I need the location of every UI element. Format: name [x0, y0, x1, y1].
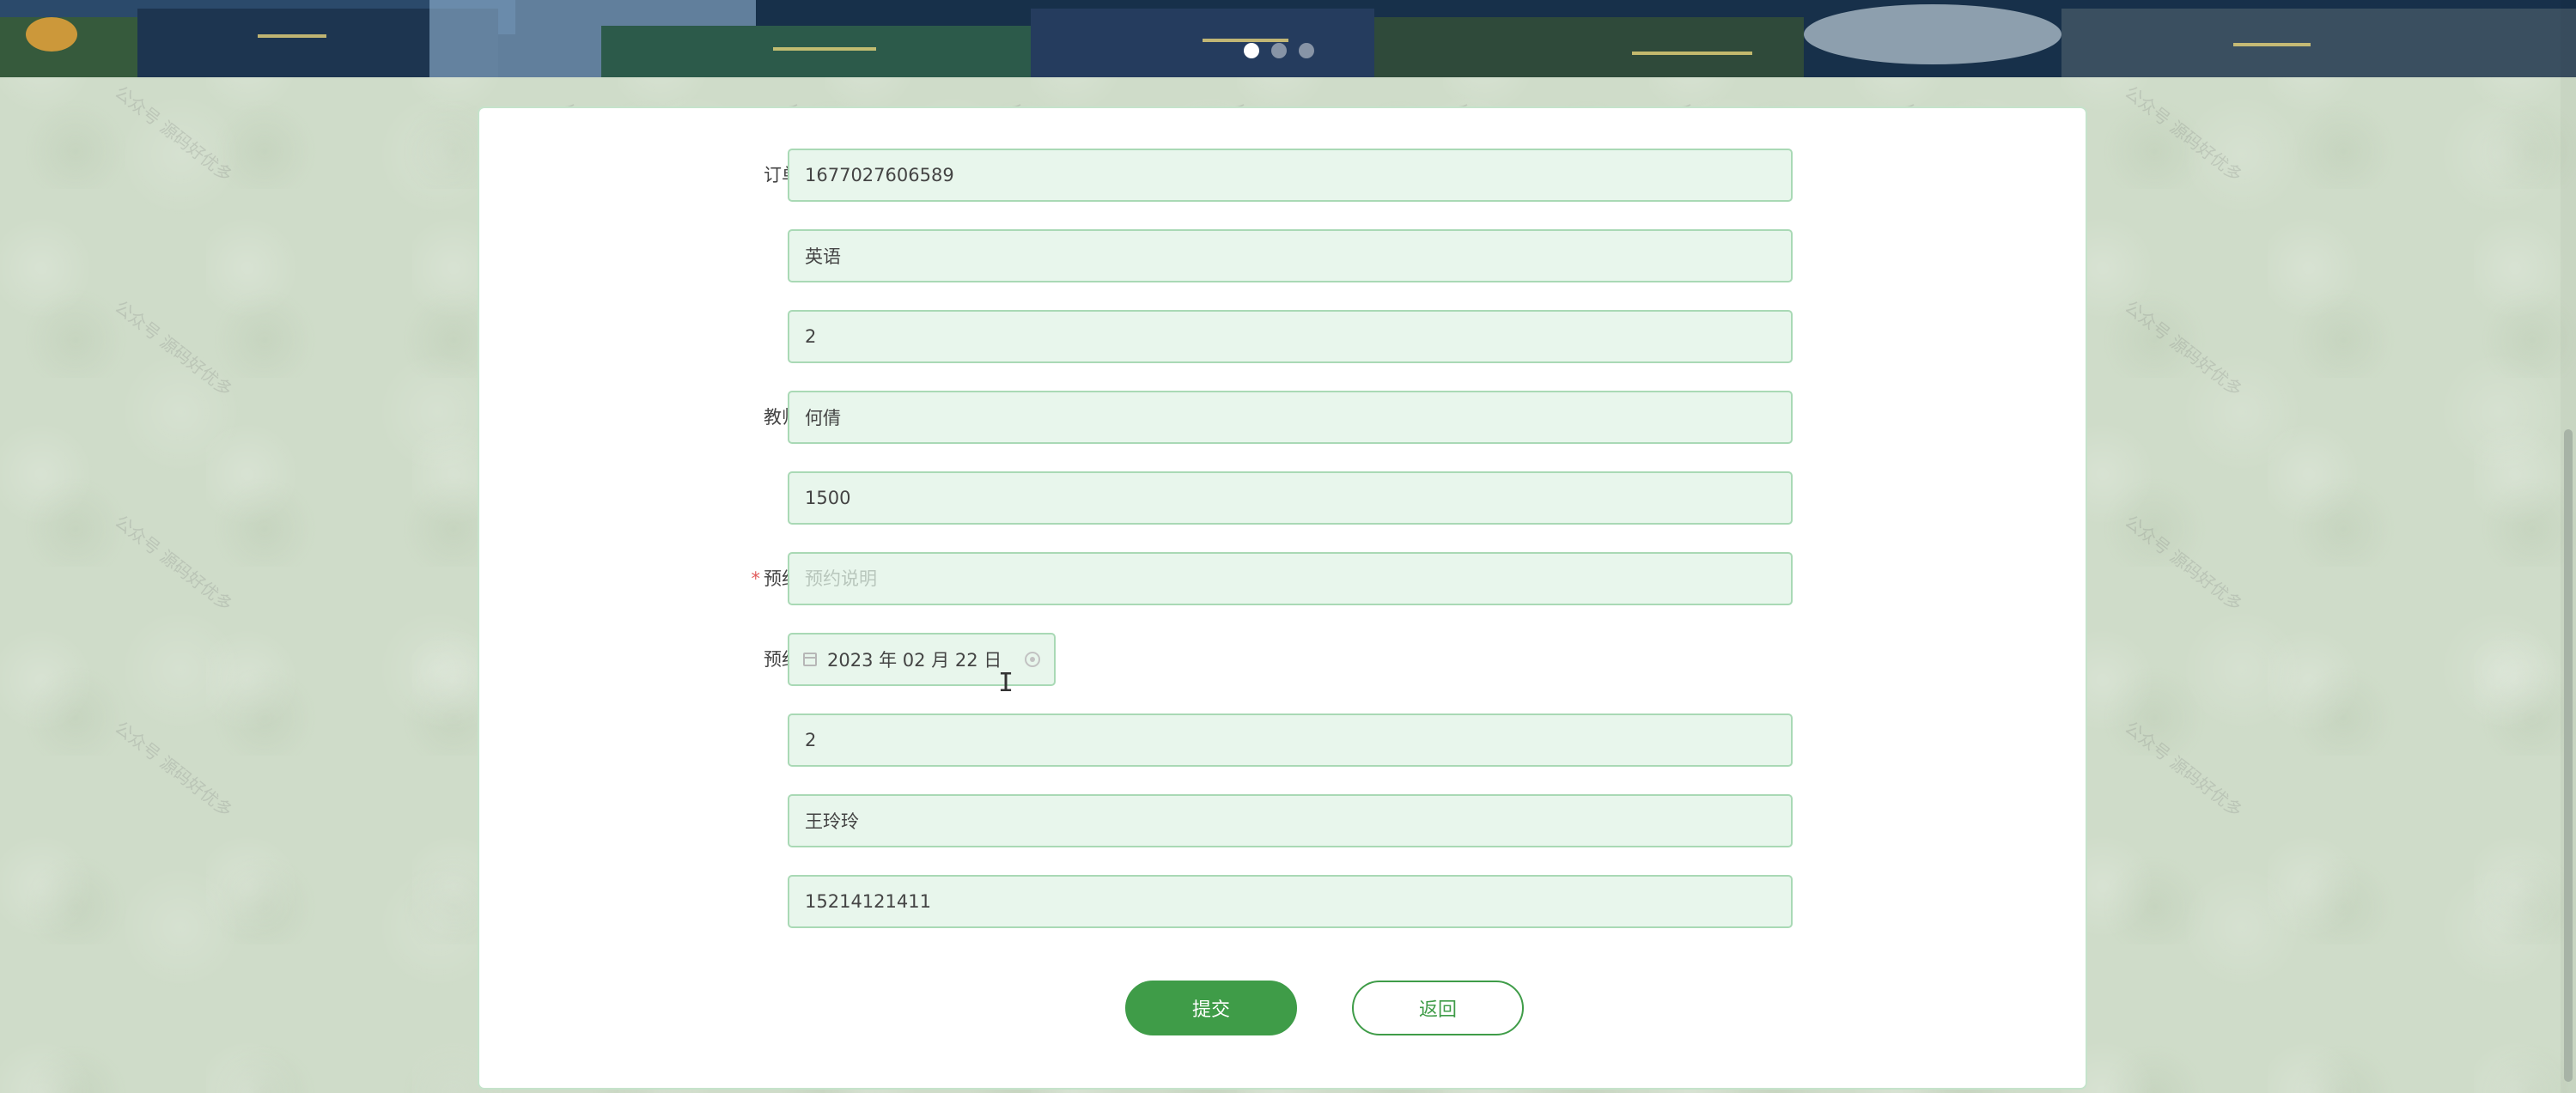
form-row-booking-note: * 预约说明 — [479, 552, 2086, 605]
watermark: 公众号 源码好优多 — [2121, 296, 2247, 401]
booking-note-input[interactable] — [788, 552, 1793, 605]
form-row-teacher-name: 教师姓名 — [479, 391, 2086, 444]
carousel-indicators — [1244, 43, 1314, 58]
form-row-order-number: 订单编号 — [479, 149, 2086, 202]
phone-input[interactable] — [788, 875, 1793, 928]
form-row-student-name: 姓名 — [479, 794, 2086, 847]
order-number-input[interactable] — [788, 149, 1793, 202]
carousel-dot-3[interactable] — [1299, 43, 1314, 58]
submit-button[interactable]: 提交 — [1125, 981, 1297, 1035]
order-form-card: 订单编号 科目 工号 教师姓名 价格 *预约说明 预约时间 2023 年 02 … — [478, 106, 2087, 1090]
carousel-dot-1[interactable] — [1244, 43, 1259, 58]
watermark: 公众号 源码好优多 — [2121, 717, 2247, 822]
watermark: 公众号 源码好优多 — [111, 511, 237, 616]
page-scrollbar[interactable] — [2561, 0, 2576, 1093]
form-row-student-id: 学号 — [479, 713, 2086, 767]
booking-date-picker[interactable]: 2023 年 02 月 22 日 — [788, 633, 1056, 686]
student-id-input[interactable] — [788, 713, 1793, 767]
required-mark: * — [751, 568, 761, 589]
subject-input[interactable] — [788, 229, 1793, 282]
student-name-input[interactable] — [788, 794, 1793, 847]
watermark: 公众号 源码好优多 — [2121, 82, 2247, 186]
text-cursor-icon: I — [998, 668, 1014, 698]
watermark: 公众号 源码好优多 — [111, 717, 237, 822]
calendar-icon — [803, 653, 817, 666]
form-row-booking-time: 预约时间 2023 年 02 月 22 日 — [479, 633, 2086, 686]
booking-date-value: 2023 年 02 月 22 日 — [827, 650, 1002, 671]
form-actions: 提交 返回 — [479, 981, 2086, 1035]
form-row-price: 价格 — [479, 471, 2086, 525]
price-input[interactable] — [788, 471, 1793, 525]
watermark: 公众号 源码好优多 — [2121, 511, 2247, 616]
teacher-name-input[interactable] — [788, 391, 1793, 444]
watermark: 公众号 源码好优多 — [111, 296, 237, 401]
staff-id-input[interactable] — [788, 310, 1793, 363]
form-row-staff-id: 工号 — [479, 310, 2086, 363]
watermark: 公众号 源码好优多 — [111, 82, 237, 186]
form-row-phone: 手机 — [479, 875, 2086, 928]
city-skyline-image — [0, 0, 2576, 77]
carousel-dot-2[interactable] — [1271, 43, 1287, 58]
back-button[interactable]: 返回 — [1352, 981, 1524, 1035]
clear-date-icon[interactable] — [1025, 652, 1040, 667]
hero-banner — [0, 0, 2576, 77]
scrollbar-thumb[interactable] — [2564, 429, 2573, 1082]
form-row-subject: 科目 — [479, 229, 2086, 282]
